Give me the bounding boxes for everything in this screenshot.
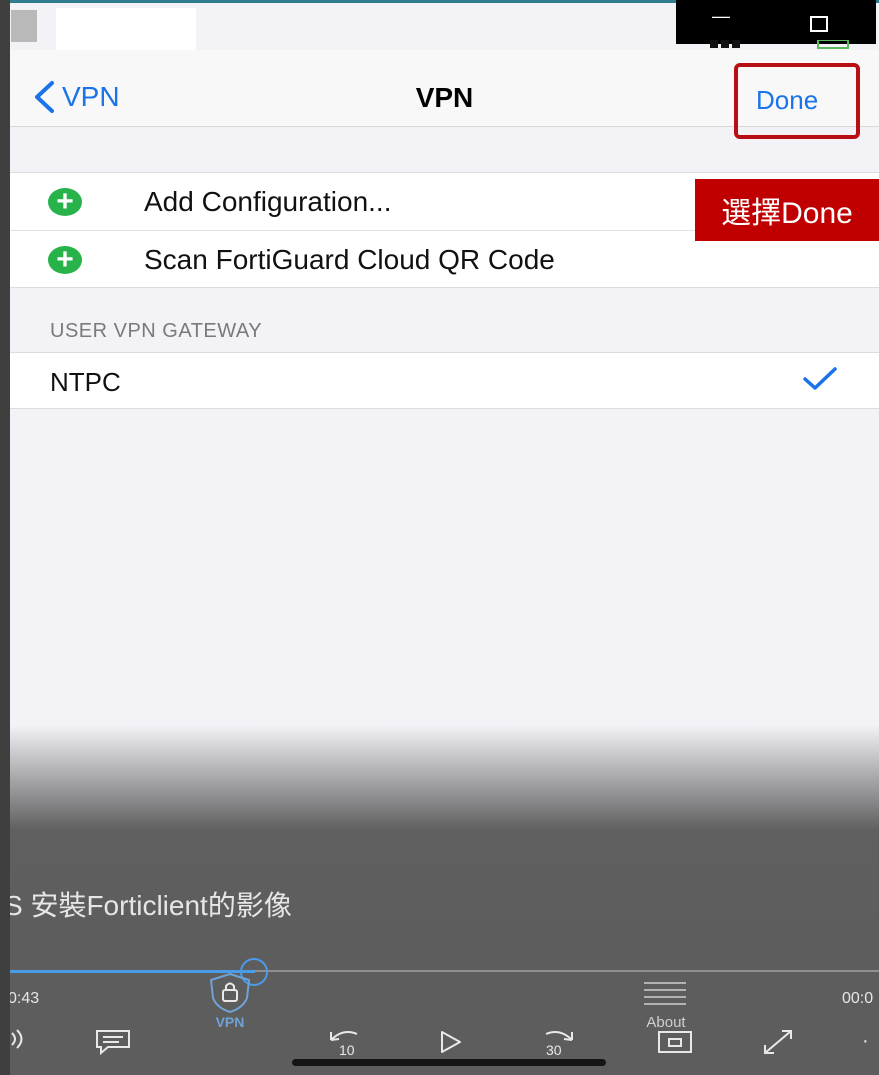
vpn-tab-label[interactable]: VPN — [206, 1014, 254, 1030]
about-tab-label[interactable]: About — [628, 1014, 704, 1031]
scan-qr-code-label: Scan FortiGuard Cloud QR Code — [144, 243, 555, 275]
minimize-button[interactable]: — — [712, 6, 730, 27]
video-title: S 安裝Forticlient的影像 — [10, 890, 292, 921]
gateway-row-ntpc[interactable]: NTPC — [10, 352, 879, 409]
status-bar-mask — [56, 8, 196, 52]
elapsed-time: 0:43 — [10, 990, 40, 1007]
plus-circle-icon: + — [48, 244, 82, 274]
rewind-value: 10 — [339, 1042, 355, 1058]
play-icon[interactable] — [439, 1030, 463, 1054]
window-edge — [0, 0, 10, 1075]
forward-value: 30 — [546, 1042, 562, 1058]
gateway-name: NTPC — [50, 367, 121, 397]
phone-screen: — VPN VPN Done + Add Configuration... + … — [10, 0, 879, 1075]
forward-30-icon[interactable]: 30 — [534, 1026, 578, 1058]
add-configuration-label: Add Configuration... — [144, 185, 392, 217]
audio-icon[interactable] — [10, 1026, 32, 1052]
captions-icon[interactable] — [94, 1028, 132, 1056]
shield-lock-icon — [209, 972, 251, 1014]
status-bar-block — [11, 10, 37, 42]
home-indicator — [292, 1059, 606, 1066]
instruction-tooltip: 選擇Done — [695, 179, 879, 241]
gateway-section-header: USER VPN GATEWAY — [50, 320, 263, 342]
status-bar-icons — [710, 40, 849, 49]
rewind-10-icon[interactable]: 10 — [325, 1026, 369, 1058]
fullscreen-icon[interactable] — [762, 1028, 794, 1056]
miniplayer-icon[interactable] — [657, 1030, 693, 1056]
menu-list-icon — [644, 982, 686, 1005]
maximize-button[interactable] — [810, 16, 828, 32]
plus-circle-icon: + — [48, 186, 82, 216]
checkmark-icon — [803, 367, 837, 390]
total-time: 00:0 — [842, 990, 874, 1007]
window-controls — [676, 0, 876, 44]
done-highlight-box — [734, 63, 860, 139]
more-options-icon[interactable]: · — [862, 1030, 869, 1053]
